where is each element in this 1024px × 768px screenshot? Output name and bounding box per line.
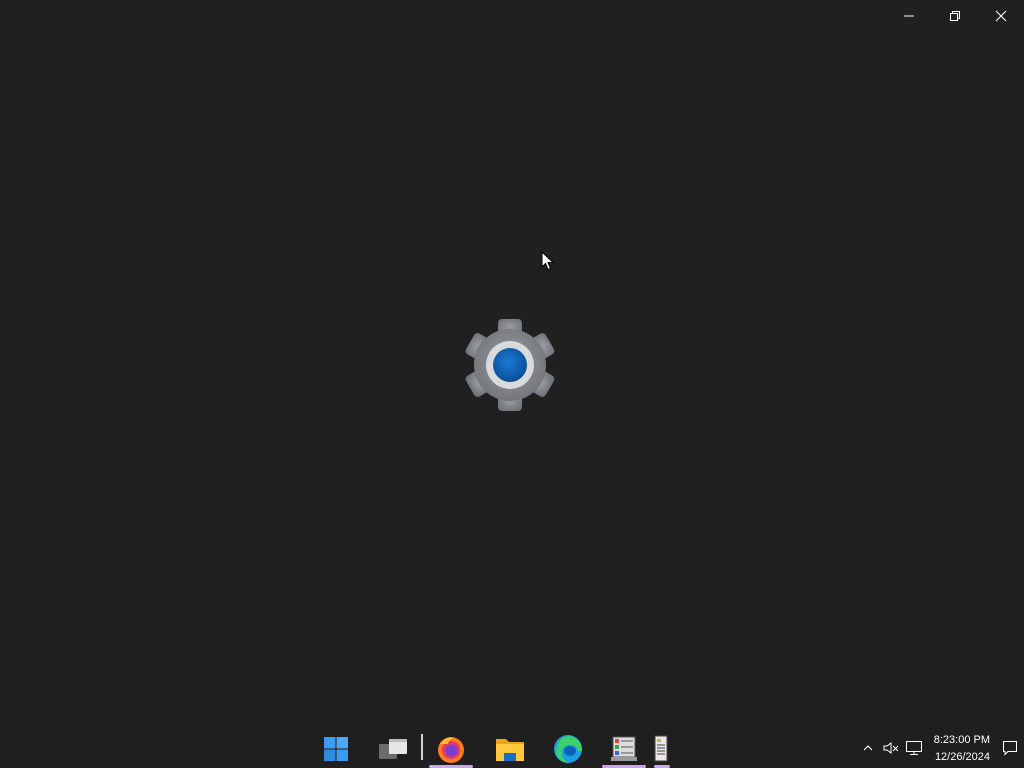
sound-muted-icon <box>883 742 899 754</box>
show-hidden-icons-button[interactable] <box>857 736 880 760</box>
volume-button[interactable] <box>880 736 903 760</box>
clock-date: 12/26/2024 <box>934 751 990 763</box>
task-view-button[interactable] <box>373 732 413 766</box>
system-tray: 8:23:00 PM 12/26/2024 <box>857 728 1024 768</box>
close-icon <box>995 10 1007 22</box>
windows-logo-icon <box>324 737 348 761</box>
restore-button[interactable] <box>932 0 978 32</box>
control-panel-icon <box>611 736 637 761</box>
clock-time: 8:23:00 PM <box>933 734 990 746</box>
chevron-up-icon <box>863 745 873 751</box>
file-explorer-button[interactable] <box>490 732 530 766</box>
taskbar: 8:23:00 PM 12/26/2024 <box>0 728 1024 768</box>
document-app-icon <box>654 735 668 762</box>
edge-button[interactable] <box>548 732 588 766</box>
minimize-button[interactable] <box>886 0 932 32</box>
mouse-cursor <box>541 250 555 271</box>
document-app-button[interactable] <box>642 732 682 768</box>
firefox-icon <box>438 737 464 763</box>
notification-icon <box>1003 741 1017 756</box>
restore-icon <box>950 11 960 21</box>
task-view-icon <box>379 739 407 759</box>
folder-icon <box>496 739 524 761</box>
window-caption-controls <box>886 0 1024 32</box>
network-icon <box>906 741 923 755</box>
start-button[interactable] <box>316 732 356 766</box>
notification-center-button[interactable] <box>996 728 1024 768</box>
minimize-icon <box>904 15 914 17</box>
firefox-button[interactable] <box>429 732 473 768</box>
taskbar-separator <box>421 734 423 760</box>
desktop-screen: 8:23:00 PM 12/26/2024 <box>0 0 1024 768</box>
network-button[interactable] <box>903 736 926 760</box>
edge-icon <box>554 735 582 763</box>
taskbar-clock[interactable]: 8:23:00 PM 12/26/2024 <box>934 730 990 766</box>
close-button[interactable] <box>978 0 1024 32</box>
settings-gear-icon <box>460 317 560 413</box>
control-panel-button[interactable] <box>602 732 646 768</box>
